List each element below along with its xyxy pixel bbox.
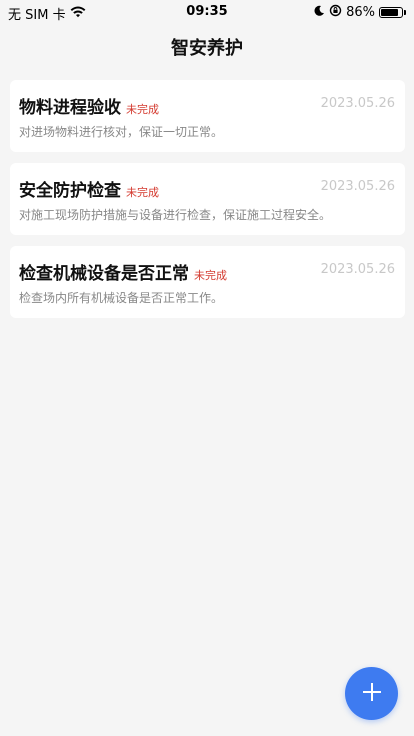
task-title: 检查机械设备是否正常 未完成 [19, 259, 227, 284]
battery-icon [379, 7, 403, 18]
task-date: 2023.05.26 [320, 179, 395, 194]
status-right: 86% [313, 4, 406, 21]
plus-icon [361, 681, 383, 707]
task-card[interactable]: 检查机械设备是否正常 未完成 2023.05.26 检查场内所有机械设备是否正常工… [10, 246, 405, 318]
status-badge: 未完成 [126, 103, 159, 116]
task-date: 2023.05.26 [320, 96, 395, 111]
battery-percent: 86% [346, 5, 375, 20]
task-description: 检查场内所有机械设备是否正常工作。 [19, 291, 224, 305]
page-title: 智安养护 [171, 38, 243, 59]
task-title-text: 物料进程验收 [19, 98, 121, 118]
task-title-text: 检查机械设备是否正常 [19, 264, 189, 284]
task-card[interactable]: 物料进程验收 未完成 2023.05.26 对进场物料进行核对，保证一切正常。 [10, 80, 405, 152]
nav-bar: 智安养护 [0, 24, 414, 70]
task-description: 对施工现场防护措施与设备进行检查，保证施工过程安全。 [19, 208, 332, 222]
status-bar: 无 SIM 卡 09:35 86% [0, 0, 414, 24]
battery-level [381, 9, 398, 16]
task-description: 对进场物料进行核对，保证一切正常。 [19, 125, 224, 139]
status-badge: 未完成 [126, 186, 159, 199]
add-task-button[interactable] [345, 667, 398, 720]
orientation-lock-icon [329, 4, 342, 21]
battery-tip [404, 10, 406, 15]
task-title: 物料进程验收 未完成 [19, 93, 159, 118]
task-list: 物料进程验收 未完成 2023.05.26 对进场物料进行核对，保证一切正常。 安… [10, 80, 405, 329]
moon-icon [313, 5, 325, 21]
status-badge: 未完成 [194, 269, 227, 282]
task-title-text: 安全防护检查 [19, 181, 121, 201]
task-title: 安全防护检查 未完成 [19, 176, 159, 201]
task-card[interactable]: 安全防护检查 未完成 2023.05.26 对施工现场防护措施与设备进行检查，保证… [10, 163, 405, 235]
task-date: 2023.05.26 [320, 262, 395, 277]
